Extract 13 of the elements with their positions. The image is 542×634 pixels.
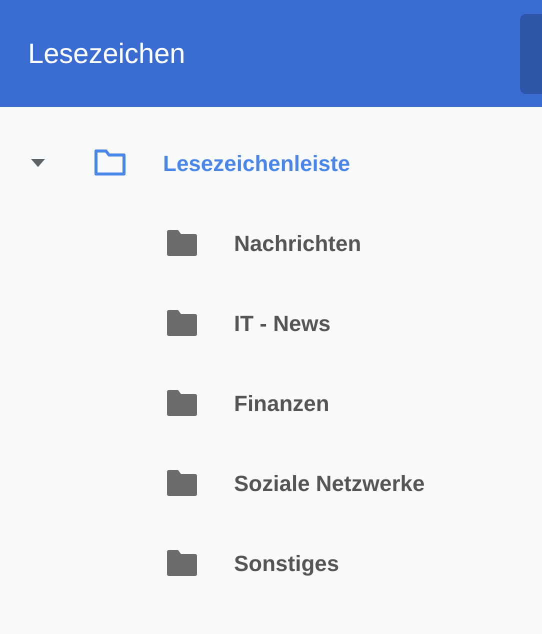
- folder-label[interactable]: Nachrichten: [234, 226, 362, 260]
- folder-icon: [93, 149, 127, 177]
- folder-icon: [165, 549, 199, 577]
- caret-icon[interactable]: [28, 157, 48, 169]
- folder-label[interactable]: Finanzen: [234, 386, 330, 420]
- folder-icon: [165, 309, 199, 337]
- folder-icon: [165, 469, 199, 497]
- header-title: Lesezeichen: [28, 36, 186, 70]
- folder-label[interactable]: Sonstiges: [234, 546, 340, 580]
- folder-label[interactable]: IT - News: [234, 306, 331, 340]
- folder-label[interactable]: Soziale Netzwerke: [234, 466, 425, 500]
- folder-icon: [165, 389, 199, 417]
- folder-icon: [165, 229, 199, 257]
